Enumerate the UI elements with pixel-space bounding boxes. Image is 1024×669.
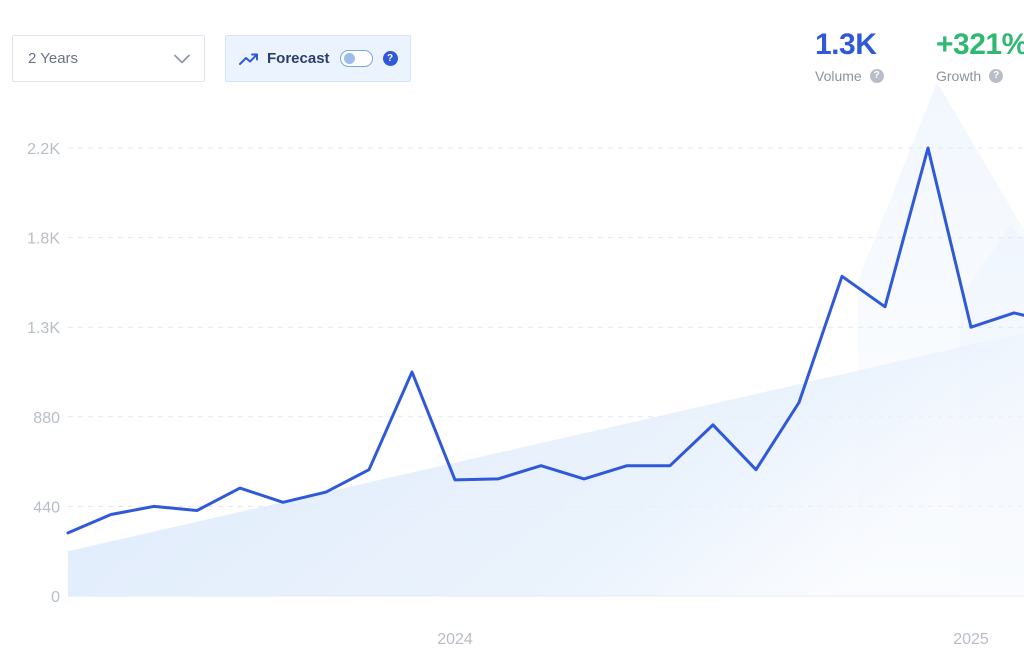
y-tick-label: 880 <box>33 410 60 427</box>
x-tick-label: 2024 <box>437 631 473 648</box>
y-tick-label: 440 <box>33 499 60 516</box>
y-axis: 0 440 880 1.3K 1.8K 2.2K <box>27 141 60 606</box>
line-chart: 0 440 880 1.3K 1.8K 2.2K 2024 2025 <box>27 82 1024 648</box>
trend-area-shape <box>68 325 1024 596</box>
trend-chart-panel: 2 Years Forecast ? 1.3K Volume ? +321% G… <box>0 0 1024 669</box>
x-tick-label: 2025 <box>953 631 989 648</box>
x-axis: 2024 2025 <box>437 631 989 648</box>
y-tick-label: 2.2K <box>27 141 60 158</box>
y-tick-label: 1.3K <box>27 320 60 337</box>
trend-area <box>68 325 1024 596</box>
y-tick-label: 1.8K <box>27 231 60 248</box>
y-tick-label: 0 <box>51 589 60 606</box>
